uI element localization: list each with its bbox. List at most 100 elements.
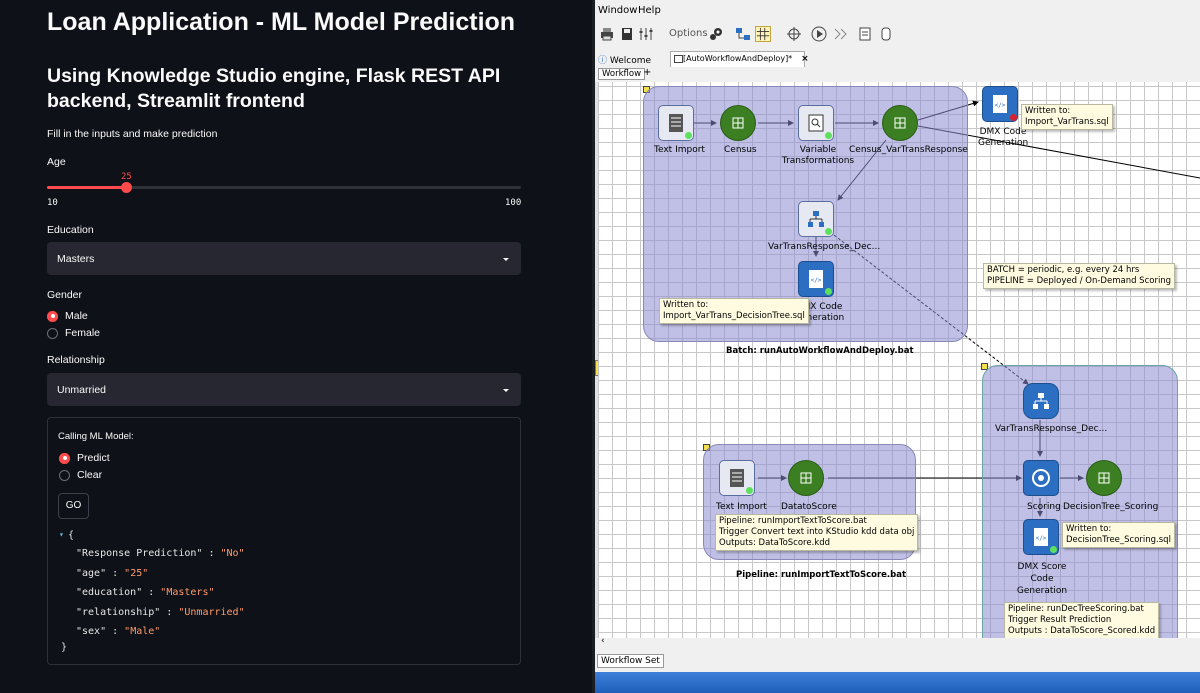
json-key: "relationship" <box>76 606 161 618</box>
fast-forward-icon[interactable] <box>833 26 849 42</box>
go-button[interactable]: GO <box>58 493 89 519</box>
note-batch-pipeline: BATCH = periodic, e.g. every 24 hrs PIPEL… <box>983 263 1176 289</box>
sliders-icon[interactable] <box>638 26 654 42</box>
options-button[interactable]: Options <box>669 28 708 39</box>
page-title: Loan Application - ML Model Prediction <box>47 8 516 36</box>
node-text-import[interactable] <box>658 105 694 141</box>
svg-text:</>: </> <box>811 277 822 284</box>
data-grid-icon <box>1098 472 1110 484</box>
data-grid-icon <box>800 472 812 484</box>
education-label: Education <box>47 224 94 236</box>
node-dmx-code-generation-2[interactable]: </> <box>798 261 834 297</box>
collapse-caret-icon[interactable]: ▾ <box>59 530 64 539</box>
node-dmx-score-code-generation[interactable]: </> <box>1023 519 1059 555</box>
svg-text:</>: </> <box>995 102 1006 109</box>
data-grid-icon <box>894 117 906 129</box>
relationship-selected: Unmarried <box>57 384 107 396</box>
label-dmx-score-code-generation: DMX Score Code Generation <box>1016 562 1068 596</box>
run-icon[interactable] <box>811 26 827 42</box>
close-icon[interactable]: × <box>801 54 809 64</box>
form-title: Calling ML Model: <box>58 431 134 442</box>
note-written-decisiontree: Written to: Import_VarTrans_DecisionTree.… <box>659 298 809 324</box>
node-scoring[interactable] <box>1023 460 1059 496</box>
grid-icon[interactable] <box>755 26 771 42</box>
json-value: "25" <box>124 567 149 579</box>
node-decisiontree-scoring[interactable] <box>1086 460 1122 496</box>
toolbar: Options <box>595 22 1200 48</box>
svg-text:</>: </> <box>1036 535 1047 542</box>
add-tab-icon[interactable]: + <box>643 67 651 78</box>
menu-window[interactable]: Window <box>598 5 637 16</box>
education-selected: Masters <box>57 253 95 265</box>
layout-icon[interactable] <box>735 26 751 42</box>
age-slider[interactable] <box>47 182 521 193</box>
menu-bar: Window Help <box>595 0 1200 22</box>
node-datatoscore[interactable] <box>788 460 824 496</box>
streamlit-app: Loan Application - ML Model Prediction U… <box>0 0 592 693</box>
json-row: "education" : "Masters" <box>76 587 215 598</box>
json-key: "education" <box>76 587 143 598</box>
radio-selected-icon <box>47 310 58 322</box>
scroll-left-icon[interactable]: ‹ <box>601 636 605 646</box>
status-bar <box>595 672 1200 693</box>
label-dmx-code-generation-1: DMX Code Generation <box>978 127 1029 148</box>
json-open-brace: { <box>68 530 75 541</box>
instructions-text: Fill in the inputs and make prediction <box>47 128 218 140</box>
tab-welcome[interactable]: ⓘ Welcome <box>595 51 670 67</box>
cylinder-icon[interactable] <box>878 26 894 42</box>
gender-option-female[interactable]: Female <box>47 327 100 339</box>
action-option-clear[interactable]: Clear <box>59 469 102 481</box>
relationship-select[interactable]: Unmarried <box>47 373 521 406</box>
note-pipeline: Pipeline: runImportTextToScore.bat Trigge… <box>715 514 919 551</box>
status-ok-icon <box>825 288 832 295</box>
gender-option-male[interactable]: Male <box>47 310 88 322</box>
age-slider-handle[interactable] <box>121 182 132 193</box>
pipeline-title: Pipeline: runImportTextToScore.bat <box>736 570 907 580</box>
node-vartransresponse-dec[interactable] <box>798 201 834 237</box>
node-pipeline-text-import[interactable] <box>719 460 755 496</box>
document-tabs: ⓘ Welcome [AutoWorkflowAndDeploy]* × <box>595 50 1200 67</box>
radio-unselected-icon <box>47 327 58 339</box>
chevron-down-icon <box>503 258 509 261</box>
json-value: "No" <box>220 548 245 559</box>
node-dmx-code-generation-1[interactable]: </> <box>982 86 1018 122</box>
json-key: "Response Prediction" <box>76 548 203 559</box>
radio-unselected-icon <box>59 469 70 481</box>
action-option-predict[interactable]: Predict <box>59 452 110 464</box>
label-vartransresponse-dec: VarTransResponse_Dec... <box>768 242 881 252</box>
json-close-brace: } <box>61 642 68 653</box>
education-select[interactable]: Masters <box>47 242 521 275</box>
crosshair-icon[interactable] <box>786 26 802 42</box>
save-icon[interactable] <box>619 26 635 42</box>
tab-workflow-set[interactable]: Workflow Set <box>597 654 664 668</box>
tab-autoworkflow[interactable]: [AutoWorkflowAndDeploy]* × <box>670 51 809 67</box>
print-icon[interactable] <box>599 26 615 42</box>
status-ok-icon <box>825 228 832 235</box>
json-value: "Masters" <box>160 587 215 598</box>
menu-help[interactable]: Help <box>638 5 661 16</box>
page-subtitle: Using Knowledge Studio engine, Flask RES… <box>47 65 501 112</box>
json-value: "Male" <box>124 626 161 637</box>
target-icon <box>1032 469 1050 487</box>
node-census[interactable] <box>720 105 756 141</box>
json-row: "age" : "25" <box>76 567 149 579</box>
data-grid-icon <box>732 117 744 129</box>
note-written-scoring: Written to: DecisionTree_Scoring.sql <box>1062 522 1175 548</box>
label-datatoscore: DatatoScore <box>781 502 837 512</box>
workflow-canvas[interactable]: Text Import Census Variable Transformati… <box>598 82 1200 638</box>
json-key: "age" <box>76 567 107 579</box>
gender-label: Gender <box>47 289 83 301</box>
status-ok-icon <box>685 132 692 139</box>
knowledge-studio-window: Window Help Options ⓘ Welcome [AutoWorkf… <box>595 0 1200 693</box>
gears-icon[interactable] <box>708 26 724 42</box>
batch-title: Batch: runAutoWorkflowAndDeploy.bat <box>726 346 914 356</box>
subtab-workflow[interactable]: Workflow <box>598 68 646 80</box>
label-decisiontree-scoring: DecisionTree_Scoring <box>1063 502 1159 512</box>
node-census-vartransresponse[interactable] <box>882 105 918 141</box>
status-error-icon <box>1010 114 1017 121</box>
node-scoring-vartransresponse-dec[interactable] <box>1023 383 1059 419</box>
node-variable-transformations[interactable] <box>798 105 834 141</box>
document-icon[interactable] <box>857 26 873 42</box>
json-row: "relationship" : "Unmarried" <box>76 606 245 618</box>
label-scoring: Scoring <box>1027 502 1061 512</box>
